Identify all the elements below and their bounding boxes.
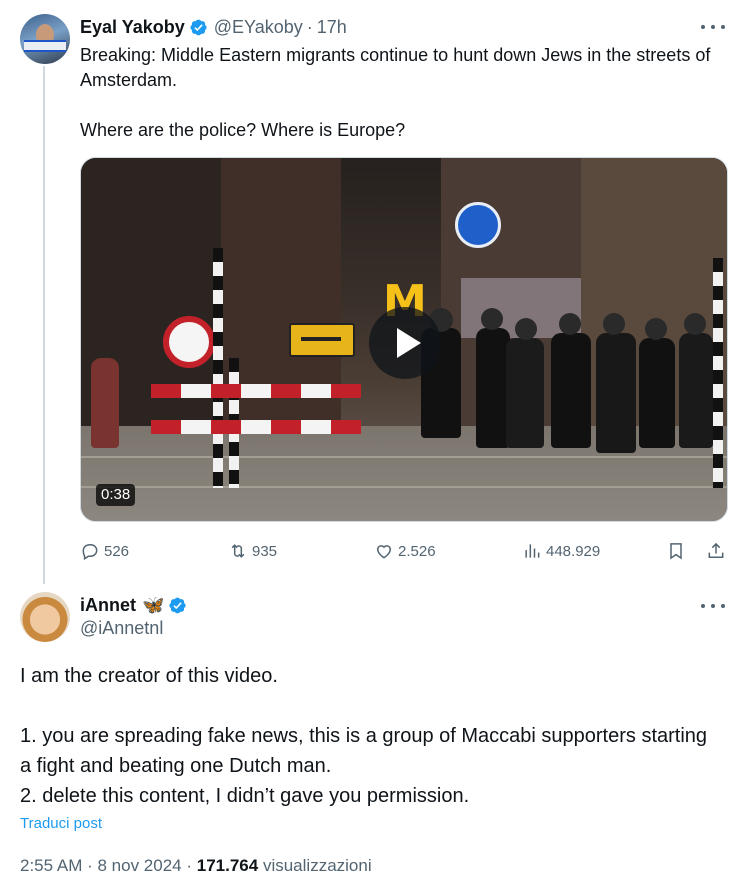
avatar-eyal-yakoby[interactable] [20,14,70,64]
share-button[interactable] [706,537,730,565]
avatar-iannet[interactable] [20,592,70,642]
bookmark-icon [670,543,682,560]
post-header: iAnnet 🦋 [80,593,187,617]
like-button[interactable]: 2.526 [374,537,436,565]
reply-icon [82,544,98,561]
post-action-bar: 526 935 2.526 448.929 [80,537,728,565]
post-text: Breaking: Middle Eastern migrants contin… [80,43,720,143]
verified-badge-icon [169,597,187,613]
views-label: visualizzazioni [262,856,372,875]
post-text-line: Breaking: Middle Eastern migrants contin… [80,45,711,90]
post-text: I am the creator of this video. 1. you a… [20,661,720,811]
author-name[interactable]: iAnnet [80,595,136,616]
video-player[interactable]: M 0:38 [80,157,728,522]
video-duration-badge: 0:38 [96,484,136,506]
bookmark-button[interactable] [666,537,690,565]
more-options-icon[interactable] [701,20,725,34]
repost-count: 935 [252,542,278,560]
play-button[interactable] [369,307,441,379]
verified-badge-icon [190,19,207,35]
more-options-icon[interactable] [701,599,725,613]
analytics-icon [525,544,540,558]
separator-dot: · [306,16,313,37]
post-time[interactable]: 17h [317,17,347,38]
post-metadata: 2:55 AM · 8 nov 2024 · 171.764 visualizz… [20,856,372,875]
reply-post[interactable]: iAnnet 🦋 @iAnnetnl I am the creator of t… [0,584,747,892]
post-date[interactable]: 8 nov 2024 [98,856,182,875]
reply-button[interactable]: 526 [80,537,129,565]
original-post[interactable]: Eyal Yakoby @EYakoby · 17h Breaking: Mid… [0,0,747,584]
post-timestamp[interactable]: 2:55 AM [20,856,82,875]
translate-post-link[interactable]: Traduci post [20,815,102,832]
post-header: Eyal Yakoby @EYakoby · 17h [80,15,347,39]
no-entry-sign-icon [163,316,215,368]
view-count: 448.929 [546,542,601,560]
author-handle[interactable]: @iAnnetnl [80,618,163,639]
author-name[interactable]: Eyal Yakoby [80,17,185,38]
like-count: 2.526 [398,542,436,560]
views-button[interactable]: 448.929 [522,537,600,565]
author-handle[interactable]: @EYakoby [214,17,303,38]
repost-button[interactable]: 935 [228,537,277,565]
butterfly-emoji: 🦋 [142,594,165,615]
heart-icon [376,545,392,559]
repost-icon [231,544,245,558]
post-text-line: 2. delete this content, I didn’t gave yo… [20,785,470,807]
post-text-line: Where are the police? Where is Europe? [80,120,406,140]
share-icon [708,542,724,558]
post-text-line: I am the creator of this video. [20,665,278,687]
thread-connector [43,66,45,584]
bike-sign-icon [455,202,501,248]
detour-arrow-sign [289,323,355,357]
view-count: 171.764 [196,856,259,875]
post-text-line: 1. you are spreading fake news, this is … [20,725,708,777]
reply-count: 526 [104,542,130,560]
